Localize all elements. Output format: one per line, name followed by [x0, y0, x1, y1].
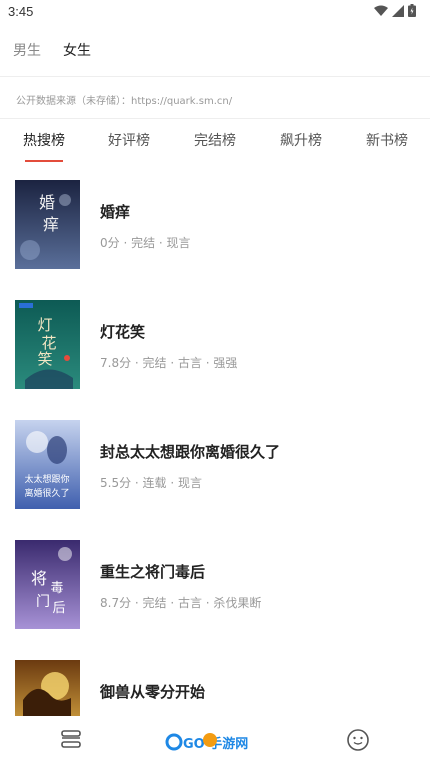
book-meta: 8.7分 · 完结 · 古言 · 杀伐果断	[100, 596, 262, 610]
svg-text:毒: 毒	[50, 581, 63, 596]
active-tab-indicator	[25, 160, 63, 162]
header-divider	[0, 76, 430, 77]
svg-text:笑: 笑	[37, 350, 52, 368]
book-cover: 将 毒 门 后	[15, 540, 80, 629]
svg-text:后: 后	[52, 601, 65, 616]
source-divider	[0, 118, 430, 119]
status-time: 3:45	[8, 4, 34, 19]
tab-new-books[interactable]: 新书榜	[366, 130, 408, 150]
book-list: 婚 痒 婚痒 0分 · 完结 · 现言 灯 花 笑 灯花笑 7.8分 · 完结 …	[0, 180, 430, 716]
book-cover: 灯 花 笑	[15, 300, 80, 389]
book-item[interactable]: 将 毒 门 后 重生之将门毒后 8.7分 · 完结 · 古言 · 杀伐果断	[0, 540, 430, 630]
book-title: 御兽从零分开始	[100, 683, 206, 701]
svg-text:门: 门	[36, 594, 50, 610]
battery-icon	[408, 4, 416, 17]
bottom-nav: GO 手游网	[0, 716, 430, 764]
svg-text:太太想跟你: 太太想跟你	[24, 473, 69, 485]
tab-male[interactable]: 男生	[13, 40, 41, 60]
book-title: 封总太太想跟你离婚很久了	[100, 443, 281, 461]
signal-icon	[392, 4, 404, 17]
tab-rising[interactable]: 飙升榜	[280, 130, 322, 150]
status-bar: 3:45	[0, 0, 430, 24]
cover-title-char: 痒	[43, 215, 59, 234]
book-item[interactable]: 灯 花 笑 灯花笑 7.8分 · 完结 · 古言 · 强强	[0, 300, 430, 390]
svg-text:灯: 灯	[37, 316, 52, 334]
status-icons	[374, 4, 416, 17]
book-item[interactable]: 太太想跟你 离婚很久了 封总太太想跟你离婚很久了 5.5分 · 连载 · 现言	[0, 420, 430, 510]
book-title: 灯花笑	[100, 323, 146, 341]
book-item[interactable]: 御兽从零分开始	[0, 660, 430, 716]
wifi-icon	[374, 5, 388, 16]
svg-text:将: 将	[31, 569, 47, 588]
smiley-icon[interactable]	[346, 728, 370, 752]
gender-tabs: 男生 女生	[13, 40, 91, 60]
cover-title-char: 婚	[39, 193, 55, 212]
book-meta: 5.5分 · 连载 · 现言	[100, 476, 202, 490]
book-cover	[15, 660, 80, 716]
tab-female[interactable]: 女生	[63, 40, 91, 60]
watermark-logo: GO 手游网	[165, 733, 248, 752]
data-source-note: 公开数据来源（未存储）：https://quark.sm.cn/	[16, 96, 233, 107]
tab-hot-search[interactable]: 热搜榜	[23, 130, 65, 150]
book-title: 婚痒	[100, 203, 131, 221]
book-cover: 太太想跟你 离婚很久了	[15, 420, 80, 509]
book-meta: 7.8分 · 完结 · 古言 · 强强	[100, 356, 238, 370]
rank-tabs: 热搜榜 好评榜 完结榜 飙升榜 新书榜	[0, 130, 430, 164]
svg-text:离婚很久了: 离婚很久了	[24, 487, 69, 499]
book-item[interactable]: 婚 痒 婚痒 0分 · 完结 · 现言	[0, 180, 430, 270]
layers-icon[interactable]	[60, 728, 82, 750]
book-cover: 婚 痒	[15, 180, 80, 269]
tab-completed[interactable]: 完结榜	[194, 130, 236, 150]
tab-top-rated[interactable]: 好评榜	[108, 130, 150, 150]
book-title: 重生之将门毒后	[100, 563, 206, 581]
book-meta: 0分 · 完结 · 现言	[100, 236, 191, 250]
